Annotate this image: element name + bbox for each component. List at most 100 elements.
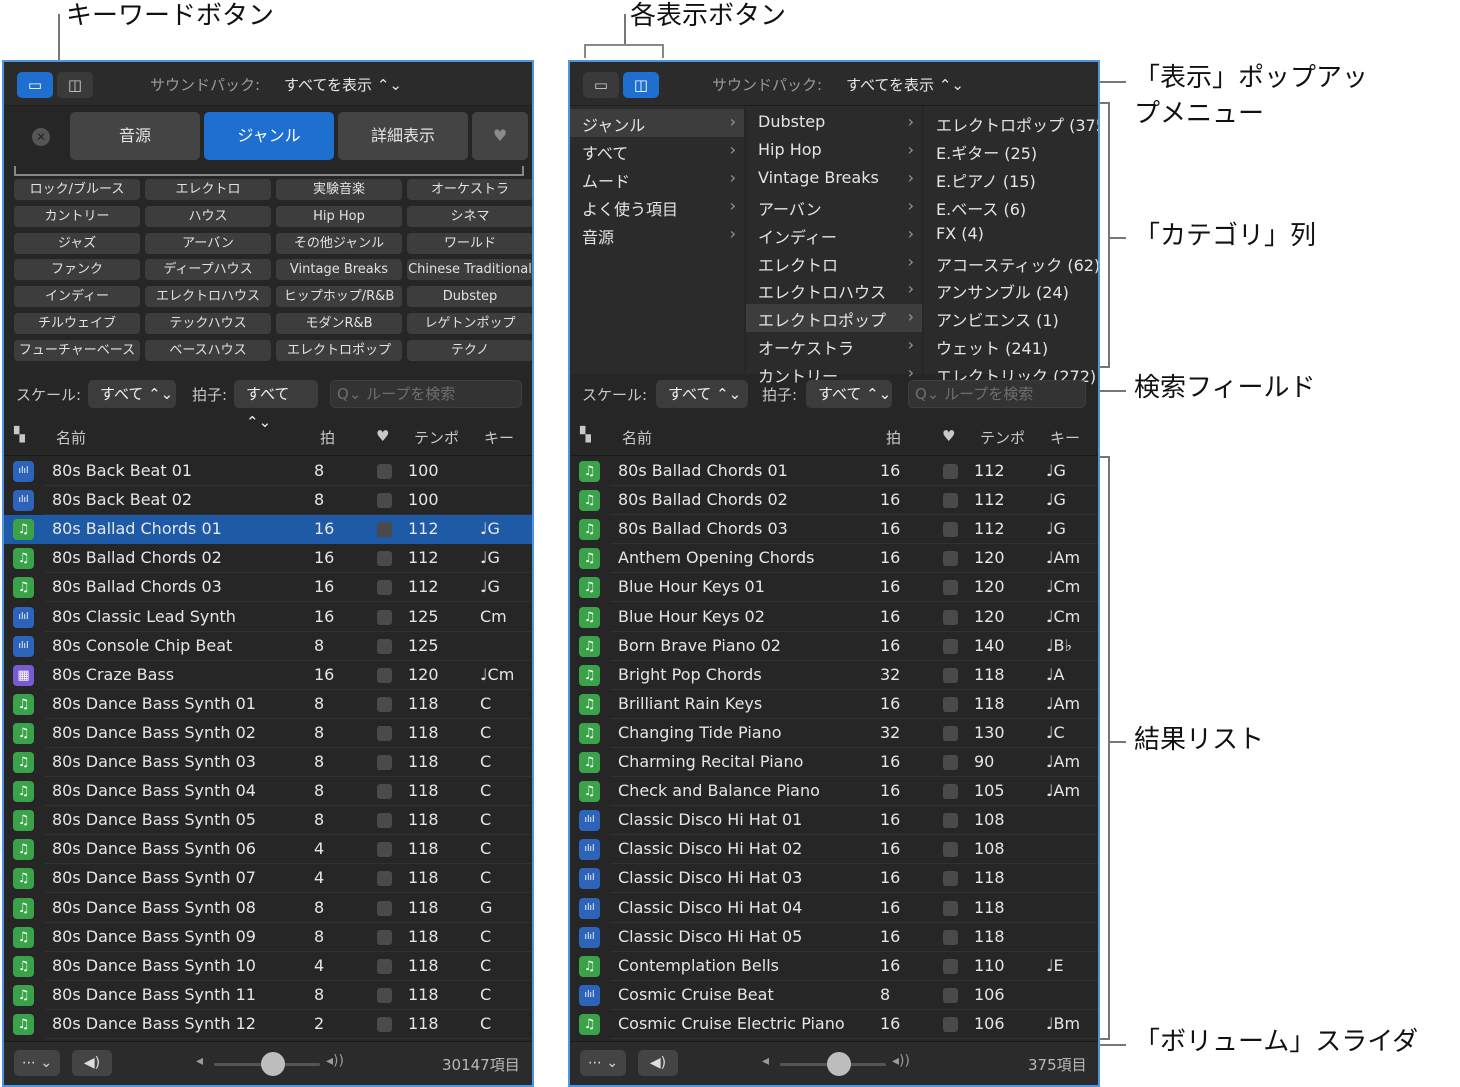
category-item[interactable]: アーバン › xyxy=(746,193,922,221)
favorite-checkbox[interactable] xyxy=(943,900,958,916)
keyword-button[interactable]: ヒップホップ/R&B xyxy=(276,286,402,308)
keyword-button[interactable]: Vintage Breaks xyxy=(276,259,402,281)
table-row[interactable]: ♫ Bright Pop Chords 32 118 ♩A xyxy=(570,661,1098,690)
favorite-checkbox[interactable] xyxy=(943,638,958,654)
table-row[interactable]: ♫ 80s Dance Bass Synth 09 8 118 C xyxy=(4,923,532,952)
column-tempo[interactable]: テンポ xyxy=(414,427,459,448)
speaker-icon[interactable]: ◀) xyxy=(638,1050,678,1076)
table-row[interactable]: ♫ 80s Dance Bass Synth 11 8 118 C xyxy=(4,981,532,1010)
speaker-icon[interactable]: ◀) xyxy=(72,1050,112,1076)
type-grid-icon[interactable]: ▚ xyxy=(580,427,591,443)
table-row[interactable]: ♫ Check and Balance Piano 16 105 ♩Am xyxy=(570,777,1098,807)
favorite-checkbox[interactable] xyxy=(943,987,958,1003)
table-row[interactable]: ♫ Brilliant Rain Keys 16 118 ♩Am xyxy=(570,690,1098,719)
favorite-checkbox[interactable] xyxy=(377,551,392,567)
table-row[interactable]: ♫ 80s Dance Bass Synth 05 8 118 C xyxy=(4,806,532,836)
keyword-button[interactable]: レゲトンポップ xyxy=(407,313,532,334)
table-row[interactable]: ♫ 80s Dance Bass Synth 04 8 118 C xyxy=(4,777,532,807)
search-input[interactable]: Q⌄ ループを検索 xyxy=(908,380,1086,408)
category-item[interactable]: Hip Hop › xyxy=(746,137,922,165)
table-row[interactable]: ♫ 80s Ballad Chords 01 16 112 ♩G xyxy=(4,515,532,545)
keyword-button[interactable]: モダンR&B xyxy=(276,313,402,334)
table-row[interactable]: ılıl 80s Classic Lead Synth 16 125 Cm xyxy=(4,603,532,632)
keyword-button[interactable]: テックハウス xyxy=(145,313,271,334)
favorite-checkbox[interactable] xyxy=(943,929,958,945)
category-item[interactable]: Vintage Breaks › xyxy=(746,165,922,193)
reset-icon[interactable]: ✕ xyxy=(32,128,50,146)
favorite-checkbox[interactable] xyxy=(377,609,392,625)
category-item[interactable]: 音源 › xyxy=(570,221,744,249)
table-row[interactable]: ♫ 80s Ballad Chords 02 16 112 ♩G xyxy=(4,544,532,574)
table-row[interactable]: ılıl Classic Disco Hi Hat 02 16 108 xyxy=(570,835,1098,865)
table-row[interactable]: ♫ 80s Ballad Chords 02 16 112 ♩G xyxy=(570,486,1098,516)
favorite-checkbox[interactable] xyxy=(377,696,392,712)
table-row[interactable]: ♫ 80s Dance Bass Synth 08 8 118 G xyxy=(4,894,532,923)
favorite-checkbox[interactable] xyxy=(943,958,958,974)
favorite-checkbox[interactable] xyxy=(377,929,392,945)
table-row[interactable]: ♫ 80s Ballad Chords 03 16 112 ♩G xyxy=(4,573,532,603)
button-view-icon[interactable]: ▭ xyxy=(17,72,53,98)
favorite-checkbox[interactable] xyxy=(377,784,392,800)
favorite-checkbox[interactable] xyxy=(377,1016,392,1032)
table-row[interactable]: ♫ 80s Dance Bass Synth 07 4 118 C xyxy=(4,864,532,894)
table-row[interactable]: ♫ 80s Dance Bass Synth 06 4 118 C xyxy=(4,835,532,865)
column-key[interactable]: キー xyxy=(484,427,514,448)
category-item[interactable]: Dubstep › xyxy=(746,109,922,137)
favorite-checkbox[interactable] xyxy=(943,551,958,567)
table-row[interactable]: ♫ 80s Dance Bass Synth 01 8 118 C xyxy=(4,690,532,719)
column-name[interactable]: 名前 xyxy=(56,427,86,448)
keyword-button[interactable]: 実験音楽 xyxy=(276,179,402,200)
keyword-button[interactable]: ハウス xyxy=(145,205,271,227)
keyword-button[interactable]: ディープハウス xyxy=(145,259,271,281)
favorite-checkbox[interactable] xyxy=(943,813,958,829)
search-input[interactable]: Q⌄ ループを検索 xyxy=(330,380,522,408)
favorite-checkbox[interactable] xyxy=(943,696,958,712)
favorite-checkbox[interactable] xyxy=(377,580,392,596)
keyword-button[interactable]: テクノ xyxy=(407,339,532,361)
category-item[interactable]: インディー › xyxy=(746,221,922,249)
favorite-checkbox[interactable] xyxy=(377,900,392,916)
favorite-checkbox[interactable] xyxy=(943,755,958,770)
more-options-icon[interactable]: ⋯ ⌄ xyxy=(580,1050,626,1076)
table-row[interactable]: ▦ 80s Craze Bass 16 120 ♩Cm xyxy=(4,661,532,690)
favorite-checkbox[interactable] xyxy=(377,958,392,974)
column-key[interactable]: キー xyxy=(1050,427,1080,448)
favorite-checkbox[interactable] xyxy=(377,493,392,509)
category-item[interactable]: エレクトロポップ › xyxy=(746,304,922,333)
category-item[interactable]: オーケストラ › xyxy=(746,332,922,360)
table-row[interactable]: ♫ 80s Ballad Chords 03 16 112 ♩G xyxy=(570,515,1098,545)
category-item[interactable]: FX (4) xyxy=(924,221,1098,249)
keyword-button[interactable]: ベースハウス xyxy=(145,339,271,361)
favorite-checkbox[interactable] xyxy=(943,580,958,596)
keyword-button[interactable]: アーバン xyxy=(145,232,271,254)
favorite-checkbox[interactable] xyxy=(943,1016,958,1032)
keyword-button[interactable]: ジャズ xyxy=(14,232,140,254)
table-row[interactable]: ♫ Charming Recital Piano 16 90 ♩Am xyxy=(570,748,1098,777)
volume-knob[interactable] xyxy=(827,1052,851,1076)
favorite-checkbox[interactable] xyxy=(377,842,392,858)
favorite-checkbox[interactable] xyxy=(943,842,958,858)
category-item[interactable]: ジャンル › xyxy=(570,109,744,137)
keyword-button[interactable]: チルウェイブ xyxy=(14,313,140,334)
table-row[interactable]: ♫ Cosmic Cruise Electric Piano 16 106 ♩Bm xyxy=(570,1010,1098,1039)
keyword-button[interactable]: ワールド xyxy=(407,232,532,254)
more-options-icon[interactable]: ⋯ ⌄ xyxy=(14,1050,60,1076)
keyword-button[interactable]: その他ジャンル xyxy=(276,232,402,254)
category-item[interactable]: エレクトロポップ (375) xyxy=(924,109,1098,137)
table-row[interactable]: ♫ Blue Hour Keys 01 16 120 ♩Cm xyxy=(570,573,1098,603)
keyword-button[interactable]: Dubstep xyxy=(407,286,532,308)
tab-detail[interactable]: 詳細表示 xyxy=(338,112,468,160)
category-item[interactable]: アンビエンス (1) xyxy=(924,304,1098,332)
column-name[interactable]: 名前 xyxy=(622,427,652,448)
keyword-button[interactable]: カントリー xyxy=(14,205,140,227)
soundpack-popup[interactable]: すべてを表示 ⌃⌄ xyxy=(284,74,402,95)
table-row[interactable]: ♫ 80s Dance Bass Synth 10 4 118 C xyxy=(4,952,532,981)
keyword-button[interactable]: Chinese Traditional xyxy=(407,259,532,281)
category-item[interactable]: ムード › xyxy=(570,165,744,193)
keyword-button[interactable]: ロック/ブルース xyxy=(14,179,140,200)
signature-popup[interactable]: すべて ⌃⌄ xyxy=(806,380,892,408)
keyword-button[interactable]: フューチャーベース xyxy=(14,339,140,361)
favorite-checkbox[interactable] xyxy=(377,464,392,479)
keyword-button[interactable]: Hip Hop xyxy=(276,205,402,227)
column-beats[interactable]: 拍 xyxy=(320,427,335,448)
